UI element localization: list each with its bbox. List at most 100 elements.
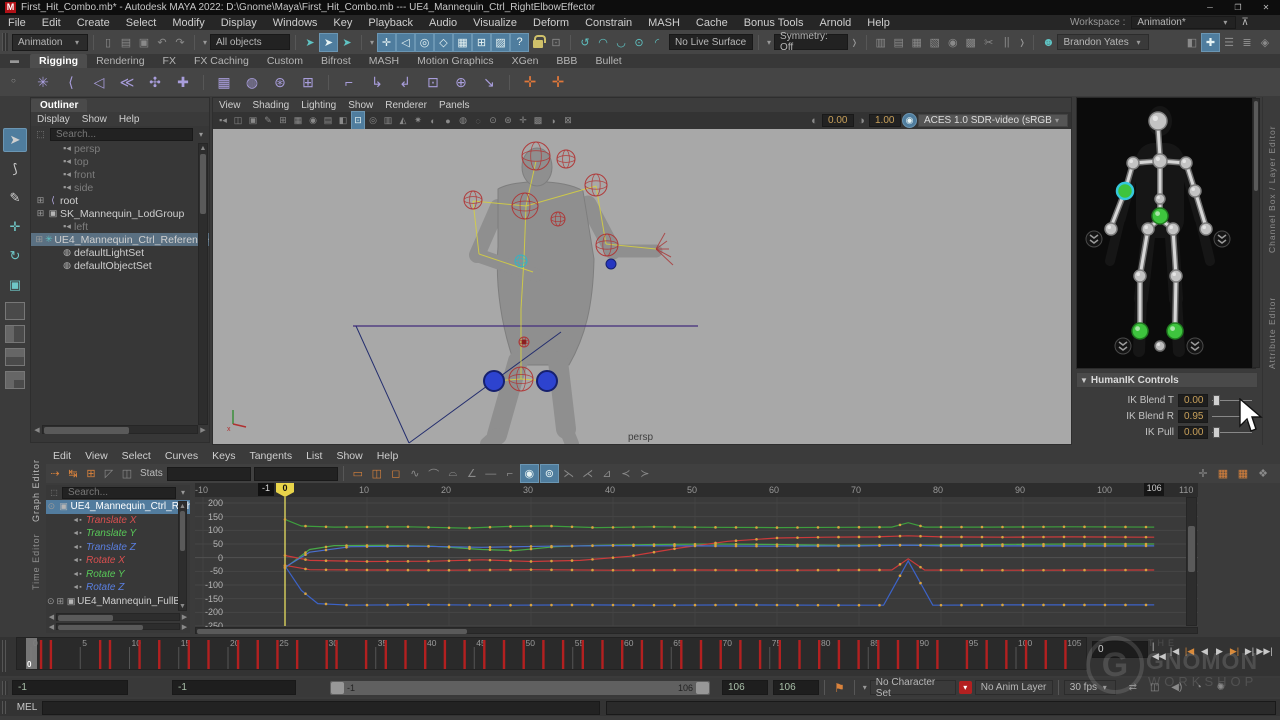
post-infinity-icon[interactable]: ≻ xyxy=(636,465,654,482)
step-tangent-icon[interactable]: ⌐ xyxy=(501,465,519,482)
range-handle-left[interactable] xyxy=(331,682,344,694)
layout-preset-4[interactable] xyxy=(5,371,25,389)
wireframe-icon[interactable]: ◐ xyxy=(426,112,440,129)
range-slider-track[interactable]: -1 106 xyxy=(330,681,710,695)
file-open-icon[interactable]: ▤ xyxy=(117,34,135,51)
ge-tree-item-rotate-y[interactable]: ◄▪Rotate Y xyxy=(46,568,190,582)
ge-menu-select[interactable]: Select xyxy=(115,450,158,462)
viewport-menu-shading[interactable]: Shading xyxy=(247,100,296,111)
command-language-toggle[interactable]: MEL xyxy=(12,702,42,713)
menu-visualize[interactable]: Visualize xyxy=(465,16,525,30)
character-set-dropdown[interactable]: No Character Set xyxy=(870,680,956,695)
ge-menu-view[interactable]: View xyxy=(78,450,115,462)
dof-icon[interactable]: ◑ xyxy=(546,112,560,129)
ge-tree-item-ue4-mannequin-ctrl-righ[interactable]: ⊙▣UE4_Mannequin_Ctrl_Righ xyxy=(46,500,190,514)
outliner-item-top[interactable]: ▪◂top xyxy=(31,155,209,168)
workspace-dropdown[interactable]: Animation*▾ xyxy=(1131,16,1236,29)
shaded-icon[interactable]: ● xyxy=(441,112,455,129)
ge-menu-show[interactable]: Show xyxy=(329,450,369,462)
wrap-deformer-icon[interactable]: ⊛ xyxy=(267,70,293,94)
shelf-tab-motion-graphics[interactable]: Motion Graphics xyxy=(408,54,502,68)
frame-playback-icon[interactable]: ◫ xyxy=(368,465,386,482)
multisample-icon[interactable]: ▩ xyxy=(531,112,545,129)
step-back-frame-button[interactable]: |◀ xyxy=(1167,640,1182,662)
film-gate-icon[interactable]: ◧ xyxy=(336,112,350,129)
outliner-search-input[interactable]: Search... xyxy=(50,128,193,141)
tool-settings-icon[interactable]: ◈ xyxy=(1256,34,1274,51)
lattice-deform-keys-icon[interactable]: ⊞ xyxy=(82,465,100,482)
menu-bonus-tools[interactable]: Bonus Tools xyxy=(736,16,812,30)
normalize-curves-icon[interactable]: ▦ xyxy=(1234,465,1252,482)
center-current-time-icon[interactable]: ◻ xyxy=(387,465,405,482)
expand-toggle-icon[interactable]: ⊞ xyxy=(35,234,44,245)
step-forward-frame-button[interactable]: ▶| xyxy=(1242,640,1257,662)
render-history-icon[interactable]: ◠ xyxy=(594,34,612,51)
humanik-icon[interactable]: ✚ xyxy=(1201,33,1220,52)
channel-box-icon[interactable]: ☰ xyxy=(1220,34,1238,51)
playback-end-field[interactable]: 106 xyxy=(722,680,768,695)
anim-snapshot-icon[interactable]: ◫ xyxy=(1146,679,1164,696)
ge-tree-item-translate-y[interactable]: ◄▪Translate Y xyxy=(46,527,190,541)
range-handle-right[interactable] xyxy=(696,682,709,694)
light-editor-icon[interactable]: ▩ xyxy=(962,34,980,51)
outliner-filter-icon[interactable]: ⬚ xyxy=(34,126,47,143)
param-value-field[interactable]: 0.00 xyxy=(1178,394,1208,407)
menu-deform[interactable]: Deform xyxy=(525,16,577,30)
exposure-icon[interactable]: ◐ xyxy=(808,112,821,129)
ge-tree-item-ue4-mannequin-fullbody[interactable]: ⊙⊞▣UE4_Mannequin_FullBody▾ xyxy=(46,595,190,609)
shelf-tab-bbb[interactable]: BBB xyxy=(547,54,586,68)
grease-pencil-icon[interactable]: ◉ xyxy=(306,112,320,129)
pin-channel-icon[interactable]: ✛ xyxy=(1194,465,1212,482)
isolate-select-icon[interactable]: ⊠ xyxy=(561,112,575,129)
shelf-tab-xgen[interactable]: XGen xyxy=(503,54,548,68)
flat-tangent-icon[interactable]: — xyxy=(482,465,500,482)
slider-handle[interactable] xyxy=(1213,395,1220,406)
spline-tangent-icon[interactable]: ⌒ xyxy=(425,465,443,482)
go-to-start-button[interactable]: |◀◀ xyxy=(1152,640,1167,662)
menu-arnold[interactable]: Arnold xyxy=(811,16,859,30)
ge-filter-icon[interactable]: ⬚ xyxy=(48,484,60,501)
buffer-snapshot-icon[interactable]: ⊚ xyxy=(540,464,559,483)
lights-icon[interactable]: ◌ xyxy=(471,112,485,129)
select-tool[interactable]: ➤ xyxy=(3,128,27,152)
filter-caret-icon[interactable]: ▾ xyxy=(200,38,210,47)
outliner-search-caret-icon[interactable]: ▾ xyxy=(196,130,206,139)
cluster-icon[interactable]: ◍ xyxy=(239,70,265,94)
ge-tree-item-translate-x[interactable]: ◄▪Translate X xyxy=(46,514,190,528)
menu-select[interactable]: Select xyxy=(118,16,165,30)
param-value-field[interactable]: 0.95 xyxy=(1178,410,1208,423)
pre-infinity-icon[interactable]: ≺ xyxy=(617,465,635,482)
outliner-hscrollbar[interactable] xyxy=(42,425,198,434)
fps-dropdown[interactable]: 30 fps▾ xyxy=(1064,680,1116,695)
snap-move-icon[interactable]: ✛ xyxy=(377,33,396,52)
shelf-menu-icon[interactable]: ▬ xyxy=(10,55,19,65)
menu-edit[interactable]: Edit xyxy=(34,16,69,30)
layout-preset-3[interactable] xyxy=(5,348,25,366)
layout-preset-2[interactable] xyxy=(5,325,25,343)
shelf-tab-fx[interactable]: FX xyxy=(154,54,185,68)
break-tangents-icon[interactable]: ⋋ xyxy=(560,465,578,482)
shelf-tab-rendering[interactable]: Rendering xyxy=(87,54,153,68)
character-user-dropdown[interactable]: Brandon Yates▾ xyxy=(1057,34,1149,50)
expand-toggle-icon[interactable]: ⊞ xyxy=(35,195,46,206)
linear-tangent-icon[interactable]: ∠ xyxy=(463,465,481,482)
help-line[interactable] xyxy=(606,701,1276,715)
mute-audio-icon[interactable]: ◀) xyxy=(1168,679,1186,696)
exposure-field[interactable]: 0.00 xyxy=(822,114,854,127)
render-settings-icon[interactable]: ▧ xyxy=(926,34,944,51)
shelf-tab-custom[interactable]: Custom xyxy=(258,54,312,68)
ge-tree-hscrollbar[interactable] xyxy=(56,613,180,621)
camera-attributes-icon[interactable]: ▣ xyxy=(246,112,260,129)
ge-menu-tangents[interactable]: Tangents xyxy=(242,450,299,462)
menu-help[interactable]: Help xyxy=(859,16,898,30)
right-tab-attribute-editor[interactable]: Attribute Editor xyxy=(1267,259,1277,369)
lock-camera-icon[interactable]: ◫ xyxy=(231,112,245,129)
ge-menu-edit[interactable]: Edit xyxy=(46,450,78,462)
snap-projected-center-icon[interactable]: ⊞ xyxy=(472,33,491,52)
go-to-end-button[interactable]: ▶▶| xyxy=(1257,640,1272,662)
ge-curve-area[interactable] xyxy=(195,497,1198,626)
close-button[interactable]: ✕ xyxy=(1252,0,1280,15)
textured-icon[interactable]: ◍ xyxy=(456,112,470,129)
ge-tree-item-rotate-x[interactable]: ◄▪Rotate X xyxy=(46,554,190,568)
curve-filter-icon[interactable]: ❖ xyxy=(1254,465,1272,482)
